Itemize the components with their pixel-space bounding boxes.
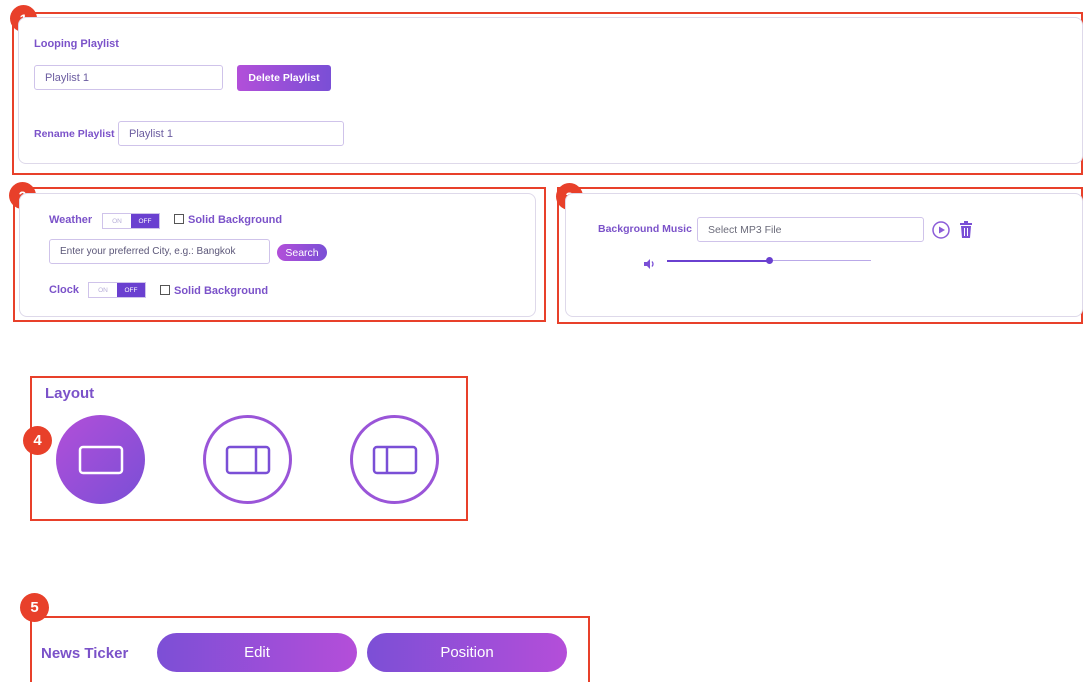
clock-solid-bg-checkbox[interactable] bbox=[160, 285, 170, 295]
rename-playlist-input[interactable]: Playlist 1 bbox=[118, 121, 344, 146]
weather-toggle-on: ON bbox=[103, 214, 131, 228]
clock-toggle-on: ON bbox=[89, 283, 117, 297]
weather-toggle-off: OFF bbox=[131, 214, 159, 228]
layout-split-left-icon bbox=[372, 445, 417, 474]
music-card: Background Music Select MP3 File bbox=[565, 193, 1083, 317]
playlist-card: Looping Playlist Playlist 1 Delete Playl… bbox=[18, 17, 1083, 164]
mp3-file-input[interactable]: Select MP3 File bbox=[697, 217, 924, 242]
clock-label: Clock bbox=[49, 284, 79, 296]
weather-toggle[interactable]: ON OFF bbox=[102, 213, 160, 229]
rename-playlist-label: Rename Playlist bbox=[34, 128, 115, 140]
play-icon[interactable] bbox=[932, 221, 950, 239]
layout-full-icon bbox=[78, 445, 123, 474]
volume-fill bbox=[667, 259, 769, 262]
layout-option-split-left[interactable] bbox=[350, 415, 439, 504]
playlist-select[interactable]: Playlist 1 bbox=[34, 65, 223, 90]
clock-solid-bg-label: Solid Background bbox=[174, 285, 269, 297]
weather-solid-bg-label: Solid Background bbox=[188, 214, 283, 226]
layout-split-right-icon bbox=[225, 445, 270, 474]
weather-label: Weather bbox=[49, 214, 93, 226]
layout-option-split-right[interactable] bbox=[203, 415, 292, 504]
volume-thumb[interactable] bbox=[765, 257, 773, 264]
playlist-heading: Looping Playlist bbox=[34, 38, 119, 50]
delete-playlist-button[interactable]: Delete Playlist bbox=[237, 65, 331, 91]
news-ticker-position-button[interactable]: Position bbox=[367, 633, 567, 672]
volume-slider[interactable] bbox=[667, 254, 871, 268]
clock-toggle[interactable]: ON OFF bbox=[88, 282, 146, 298]
callout-number-4: 4 bbox=[23, 426, 52, 455]
layout-option-full[interactable] bbox=[56, 415, 145, 504]
layout-heading: Layout bbox=[45, 385, 95, 402]
search-button[interactable]: Search bbox=[277, 244, 327, 261]
widgets-card: Weather ON OFF Solid Background Enter yo… bbox=[19, 193, 536, 317]
news-ticker-label: News Ticker bbox=[41, 645, 129, 662]
news-ticker-edit-button[interactable]: Edit bbox=[157, 633, 357, 672]
city-input[interactable]: Enter your preferred City, e.g.: Bangkok bbox=[49, 239, 270, 264]
trash-icon[interactable] bbox=[959, 221, 973, 239]
callout-number-5: 5 bbox=[20, 593, 49, 622]
clock-toggle-off: OFF bbox=[117, 283, 145, 297]
background-music-label: Background Music bbox=[598, 223, 692, 235]
volume-icon[interactable] bbox=[644, 256, 656, 269]
weather-solid-bg-checkbox[interactable] bbox=[174, 214, 184, 224]
